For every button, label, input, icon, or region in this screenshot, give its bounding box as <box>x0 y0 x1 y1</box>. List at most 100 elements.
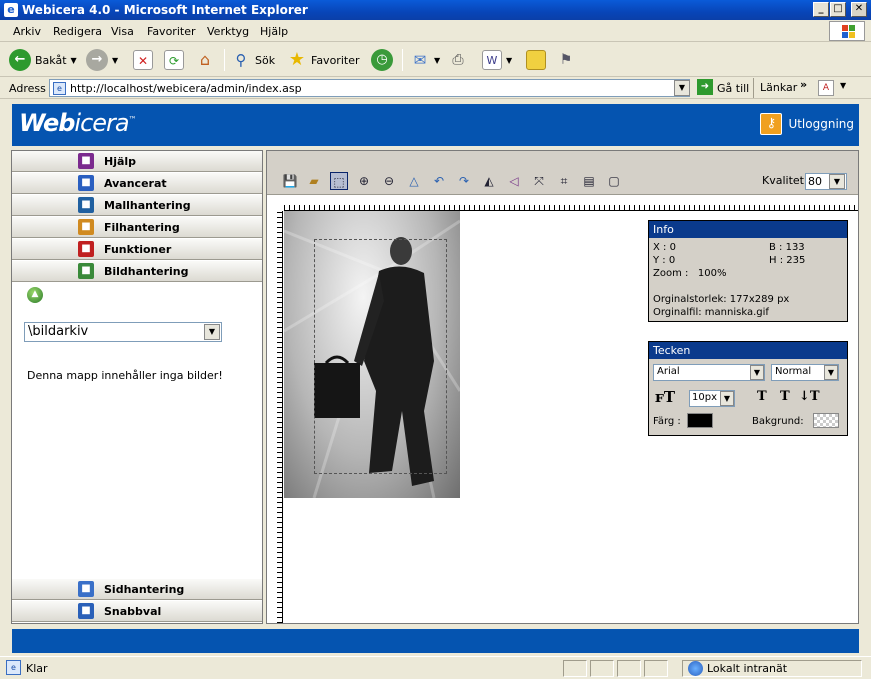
app-header: Webicera™ ⚷ Utloggning <box>12 104 859 146</box>
go-button[interactable]: ➜ Gå till <box>697 79 749 95</box>
home-icon: ⌂ <box>199 50 211 69</box>
info-original-file: Orginalfil: manniska.gif <box>653 307 769 318</box>
window-titlebar: e Webicera 4.0 - Microsoft Internet Expl… <box>0 0 871 20</box>
text-icon[interactable]: ▤ <box>580 172 598 190</box>
status-bar: e Klar Lokalt intranät <box>0 656 871 679</box>
color-label: Färg : <box>653 416 681 427</box>
nav-item-mallhantering[interactable]: ■ Mallhantering <box>12 195 262 216</box>
quality-select[interactable]: 80 ▼ <box>805 173 847 190</box>
nav-icon: ■ <box>78 263 94 279</box>
nav-item-filhantering[interactable]: ■ Filhantering <box>12 217 262 238</box>
chevron-down-icon: ▼ <box>720 391 734 406</box>
close-button[interactable]: ✕ <box>851 2 867 17</box>
back-button[interactable]: ← Bakåt ▼ <box>9 48 77 72</box>
edited-image[interactable] <box>284 211 460 498</box>
menu-bar: Arkiv Redigera Visa Favoriter Verktyg Hj… <box>0 20 871 42</box>
ie-icon: e <box>4 3 18 17</box>
nav-label: Mallhantering <box>104 199 191 212</box>
select-rect-icon[interactable]: ⬚ <box>330 172 348 190</box>
up-folder-icon[interactable]: ▲ <box>27 287 43 303</box>
font-family-select[interactable]: Arial ▼ <box>653 364 765 381</box>
menu-verktyg[interactable]: Verktyg <box>207 25 249 38</box>
bold-icon[interactable]: T <box>757 389 767 404</box>
nav-icon: ■ <box>78 175 94 191</box>
horizontal-ruler <box>284 195 858 211</box>
folder-select[interactable]: \bildarkiv ▼ <box>24 322 222 342</box>
left-panel: ■ Hjälp ■ Avancerat ■ Mallhantering ■ Filhanter… <box>11 150 263 624</box>
rotate-right-icon[interactable]: ↷ <box>455 172 473 190</box>
zoom-in-icon[interactable]: ⊕ <box>355 172 373 190</box>
window-title: Webicera 4.0 - Microsoft Internet Explor… <box>22 3 308 17</box>
edit-button[interactable]: W ▼ <box>482 48 512 72</box>
mail-icon: ✉ <box>413 51 427 69</box>
logout-button[interactable]: ⚷ Utloggning <box>760 113 854 135</box>
text-color-swatch[interactable] <box>687 413 713 428</box>
zone-text: Lokalt intranät <box>707 662 788 675</box>
address-bar: Adress e http://localhost/webicera/admin… <box>0 77 871 99</box>
menu-arkiv[interactable]: Arkiv <box>13 25 41 38</box>
messenger-button[interactable]: ⚑ <box>556 48 576 72</box>
nav-icon: ■ <box>78 241 94 257</box>
chevron-down-icon: ▼ <box>750 365 764 380</box>
grid-icon[interactable]: ▢ <box>605 172 623 190</box>
print-button[interactable]: ⎙ <box>448 48 468 72</box>
menu-redigera[interactable]: Redigera <box>53 25 102 38</box>
nav-icon: ■ <box>78 219 94 235</box>
chevron-down-icon[interactable]: ▼ <box>840 81 846 90</box>
address-dropdown-icon[interactable]: ▼ <box>674 80 690 96</box>
rotate-left-icon[interactable]: ↶ <box>430 172 448 190</box>
save-icon[interactable]: 💾 <box>281 172 299 190</box>
background-color-swatch[interactable] <box>813 413 839 428</box>
mail-button[interactable]: ✉ ▼ <box>410 48 440 72</box>
menu-hjalp[interactable]: Hjälp <box>260 25 288 38</box>
menu-visa[interactable]: Visa <box>111 25 134 38</box>
intranet-zone-icon <box>688 661 703 676</box>
flip-horizontal-icon[interactable]: ◭ <box>480 172 498 190</box>
nav-label: Avancerat <box>104 177 167 190</box>
italic-icon[interactable]: T <box>780 389 790 404</box>
back-arrow-icon: ← <box>9 49 31 71</box>
menu-favoriter[interactable]: Favoriter <box>147 25 195 38</box>
history-button[interactable]: ◷ <box>371 48 393 72</box>
selection-rectangle[interactable] <box>314 239 447 474</box>
chevron-right-icon[interactable]: » <box>800 78 807 91</box>
stop-button[interactable]: ✕ <box>133 48 153 72</box>
key-icon: ⚷ <box>760 113 783 135</box>
links-label[interactable]: Länkar <box>760 81 797 94</box>
research-icon: ⚑ <box>559 52 573 68</box>
nav-item-avancerat[interactable]: ■ Avancerat <box>12 173 262 194</box>
search-button[interactable]: ⚲ Sök <box>231 48 276 72</box>
maximize-button[interactable]: □ <box>830 2 846 17</box>
font-style-select[interactable]: Normal ▼ <box>771 364 839 381</box>
pdf-icon[interactable]: A <box>818 80 834 96</box>
nav-item-bildhantering[interactable]: ■ Bildhantering <box>12 261 262 282</box>
nav-icon: ■ <box>78 197 94 213</box>
favorites-button[interactable]: ★ Favoriter <box>287 48 360 72</box>
nav-item-funktioner[interactable]: ■ Funktioner <box>12 239 262 260</box>
nav-icon: ■ <box>78 153 94 169</box>
nav-item-sidhantering[interactable]: ■ Sidhantering <box>12 579 262 600</box>
refresh-button[interactable]: ⟳ <box>164 48 184 72</box>
search-icon: ⚲ <box>235 51 247 69</box>
address-input[interactable]: e http://localhost/webicera/admin/index.… <box>49 79 690 97</box>
app-footer <box>12 629 859 653</box>
font-size-select[interactable]: 10px ▼ <box>689 390 735 407</box>
zoom-out-icon[interactable]: ⊖ <box>380 172 398 190</box>
flip-vertical-icon[interactable]: ◁ <box>505 172 523 190</box>
chevron-down-icon: ▼ <box>204 324 220 340</box>
open-folder-icon[interactable]: ▰ <box>305 172 323 190</box>
page-icon: e <box>53 82 66 95</box>
refresh-icon: ⟳ <box>164 50 184 70</box>
nav-item-hj-lp[interactable]: ■ Hjälp <box>12 151 262 172</box>
chevron-down-icon: ▼ <box>829 174 845 189</box>
sharpen-icon[interactable]: △ <box>405 172 423 190</box>
nav-icon: ■ <box>78 603 94 619</box>
forward-button[interactable]: → ▼ <box>86 48 118 72</box>
home-button[interactable]: ⌂ <box>195 48 215 72</box>
resize-icon[interactable]: ⤧ <box>530 172 548 190</box>
minimize-button[interactable]: _ <box>813 2 829 17</box>
nav-item-snabbval[interactable]: ■ Snabbval <box>12 601 262 622</box>
discuss-button[interactable] <box>526 48 546 72</box>
text-direction-icon[interactable]: ↓T <box>799 389 820 404</box>
crop-icon[interactable]: ⌗ <box>555 172 573 190</box>
